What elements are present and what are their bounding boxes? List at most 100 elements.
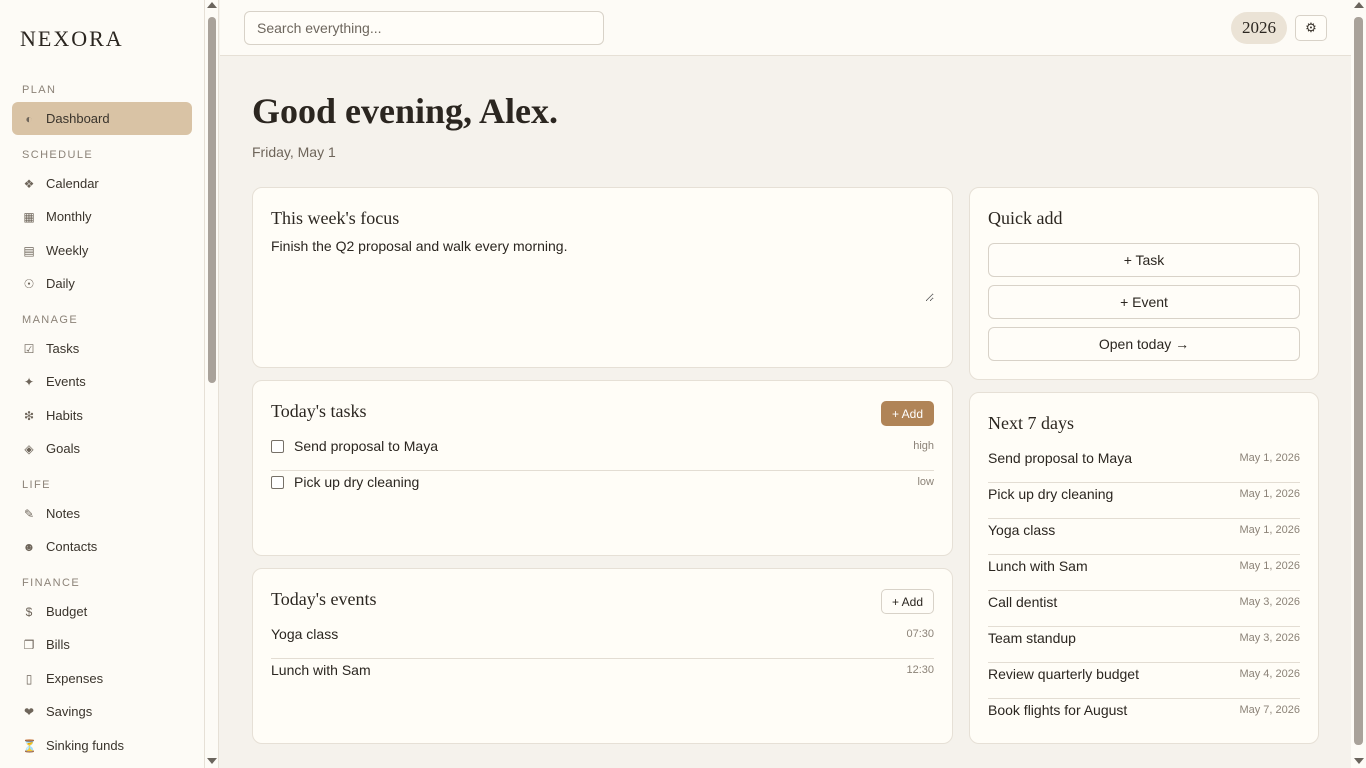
upcoming-item-date: May 7, 2026 xyxy=(1239,704,1300,716)
quick-add-event-button[interactable]: + Event xyxy=(988,285,1300,319)
task-checkbox[interactable] xyxy=(271,476,284,489)
grid-icon: ▦ xyxy=(23,209,35,224)
main-scrollbar[interactable] xyxy=(1351,0,1366,768)
sidebar-item-budget[interactable]: $ Budget xyxy=(12,595,192,628)
upcoming-item[interactable]: Team standup May 3, 2026 xyxy=(988,627,1300,663)
document-icon: ❐ xyxy=(23,637,35,652)
quick-add-card: Quick add + Task + Event Open today → xyxy=(969,187,1319,380)
sidebar-item-goals[interactable]: ◈ Goals xyxy=(12,432,192,465)
upcoming-item[interactable]: Pick up dry cleaning May 1, 2026 xyxy=(988,483,1300,519)
sidebar-item-weekly[interactable]: ▤ Weekly xyxy=(12,234,192,267)
quick-add-title: Quick add xyxy=(988,208,1063,228)
event-label: Yoga class xyxy=(271,626,339,642)
brand-logo: NEXORA xyxy=(20,26,124,51)
sun-icon: ☉ xyxy=(23,276,35,291)
sidebar-item-sinking-funds[interactable]: ⏳ Sinking funds xyxy=(12,729,192,762)
sidebar-item-expenses[interactable]: ▯ Expenses xyxy=(12,662,192,695)
sidebar-item-events[interactable]: ✦ Events xyxy=(12,365,192,398)
receipt-icon: ▯ xyxy=(25,671,33,686)
upcoming-item-date: May 3, 2026 xyxy=(1239,596,1300,608)
sidebar-item-contacts[interactable]: ☻ Contacts xyxy=(12,530,192,563)
task-label: Send proposal to Maya xyxy=(294,438,438,454)
sidebar-item-label: Monthly xyxy=(46,209,92,224)
scroll-down-arrow-icon[interactable] xyxy=(207,758,217,764)
scroll-down-arrow-icon[interactable] xyxy=(1354,758,1364,764)
calendar-icon: ❖ xyxy=(23,176,35,191)
sidebar-section-manage: MANAGE xyxy=(22,314,79,326)
open-today-button[interactable]: Open today → xyxy=(988,327,1300,361)
person-icon: ☻ xyxy=(22,539,36,554)
events-card: Today's events + Add Yoga class 07:30 Lu… xyxy=(252,568,953,744)
upcoming-item-label: Lunch with Sam xyxy=(988,558,1088,574)
sidebar-item-label: Weekly xyxy=(46,243,89,258)
quick-add-task-button[interactable]: + Task xyxy=(988,243,1300,277)
sidebar-item-daily[interactable]: ☉ Daily xyxy=(12,267,192,300)
sidebar-section-plan: PLAN xyxy=(22,84,57,96)
sidebar-scrollbar-thumb[interactable] xyxy=(208,17,216,383)
sidebar-section-finance: FINANCE xyxy=(22,577,81,589)
sidebar-item-savings[interactable]: ❤ Savings xyxy=(12,695,192,728)
task-checkbox[interactable] xyxy=(271,440,284,453)
upcoming-title: Next 7 days xyxy=(988,413,1074,433)
upcoming-item[interactable]: Book flights for August May 7, 2026 xyxy=(988,699,1300,735)
sidebar-item-bills[interactable]: ❐ Bills xyxy=(12,628,192,661)
year-selector[interactable]: 2026 xyxy=(1231,12,1287,44)
sidebar-item-label: Habits xyxy=(46,408,83,423)
pencil-icon: ✎ xyxy=(23,506,35,521)
event-label: Lunch with Sam xyxy=(271,662,371,678)
tasks-card-title: Today's tasks xyxy=(271,401,367,421)
search-input[interactable] xyxy=(244,11,604,45)
sidebar-item-calendar[interactable]: ❖ Calendar xyxy=(12,167,192,200)
task-priority: high xyxy=(913,440,934,452)
sidebar-item-dashboard[interactable]: ◐ Dashboard xyxy=(12,102,192,135)
dashboard-icon: ◐ xyxy=(25,111,33,126)
main-scrollbar-thumb[interactable] xyxy=(1354,17,1363,745)
sidebar-item-monthly[interactable]: ▦ Monthly xyxy=(12,200,192,233)
sidebar-item-label: Calendar xyxy=(46,176,99,191)
upcoming-item-date: May 1, 2026 xyxy=(1239,560,1300,572)
sidebar-item-label: Budget xyxy=(46,604,88,619)
sidebar-item-label: Events xyxy=(46,374,86,389)
dollar-icon: $ xyxy=(25,604,33,619)
sidebar-item-label: Dashboard xyxy=(46,111,110,126)
task-row: Pick up dry cleaning low xyxy=(271,471,934,507)
sidebar-item-label: Expenses xyxy=(46,671,104,686)
upcoming-item-label: Send proposal to Maya xyxy=(988,450,1132,466)
sidebar-item-tasks[interactable]: ☑ Tasks xyxy=(12,332,192,365)
event-row[interactable]: Yoga class 07:30 xyxy=(271,623,934,659)
gear-icon: ⚙ xyxy=(1305,20,1317,35)
upcoming-item-date: May 1, 2026 xyxy=(1239,452,1300,464)
upcoming-item[interactable]: Send proposal to Maya May 1, 2026 xyxy=(988,447,1300,483)
task-priority: low xyxy=(917,476,934,488)
upcoming-item-label: Book flights for August xyxy=(988,702,1128,718)
diamond-icon: ◈ xyxy=(24,441,34,456)
upcoming-item-date: May 1, 2026 xyxy=(1239,524,1300,536)
tasks-card: Today's tasks + Add Send proposal to May… xyxy=(252,380,953,556)
event-row[interactable]: Lunch with Sam 12:30 xyxy=(271,659,934,695)
sidebar-section-life: LIFE xyxy=(22,479,51,491)
upcoming-item[interactable]: Review quarterly budget May 4, 2026 xyxy=(988,663,1300,699)
events-card-title: Today's events xyxy=(271,589,377,609)
add-task-button[interactable]: + Add xyxy=(881,401,934,426)
settings-button[interactable]: ⚙ xyxy=(1295,15,1327,41)
upcoming-item-date: May 3, 2026 xyxy=(1239,632,1300,644)
sidebar-item-label: Sinking funds xyxy=(46,738,125,753)
upcoming-item-label: Pick up dry cleaning xyxy=(988,486,1114,502)
upcoming-item-label: Call dentist xyxy=(988,594,1058,610)
upcoming-item[interactable]: Call dentist May 3, 2026 xyxy=(988,591,1300,627)
sidebar-item-habits[interactable]: ❇ Habits xyxy=(12,399,192,432)
focus-textarea[interactable]: Finish the Q2 proposal and walk every mo… xyxy=(271,238,934,302)
add-event-button[interactable]: + Add xyxy=(881,589,934,614)
sidebar-item-label: Contacts xyxy=(46,539,98,554)
upcoming-card: Next 7 days Send proposal to Maya May 1,… xyxy=(969,392,1319,744)
lines-icon: ▤ xyxy=(23,243,35,258)
upcoming-item[interactable]: Yoga class May 1, 2026 xyxy=(988,519,1300,555)
task-label: Pick up dry cleaning xyxy=(294,474,420,490)
sidebar-scrollbar[interactable] xyxy=(205,0,219,768)
upcoming-item-label: Team standup xyxy=(988,630,1076,646)
scroll-up-arrow-icon[interactable] xyxy=(207,2,217,8)
sidebar-item-notes[interactable]: ✎ Notes xyxy=(12,497,192,530)
sidebar-section-schedule: SCHEDULE xyxy=(22,149,94,161)
scroll-up-arrow-icon[interactable] xyxy=(1354,2,1364,8)
upcoming-item[interactable]: Lunch with Sam May 1, 2026 xyxy=(988,555,1300,591)
